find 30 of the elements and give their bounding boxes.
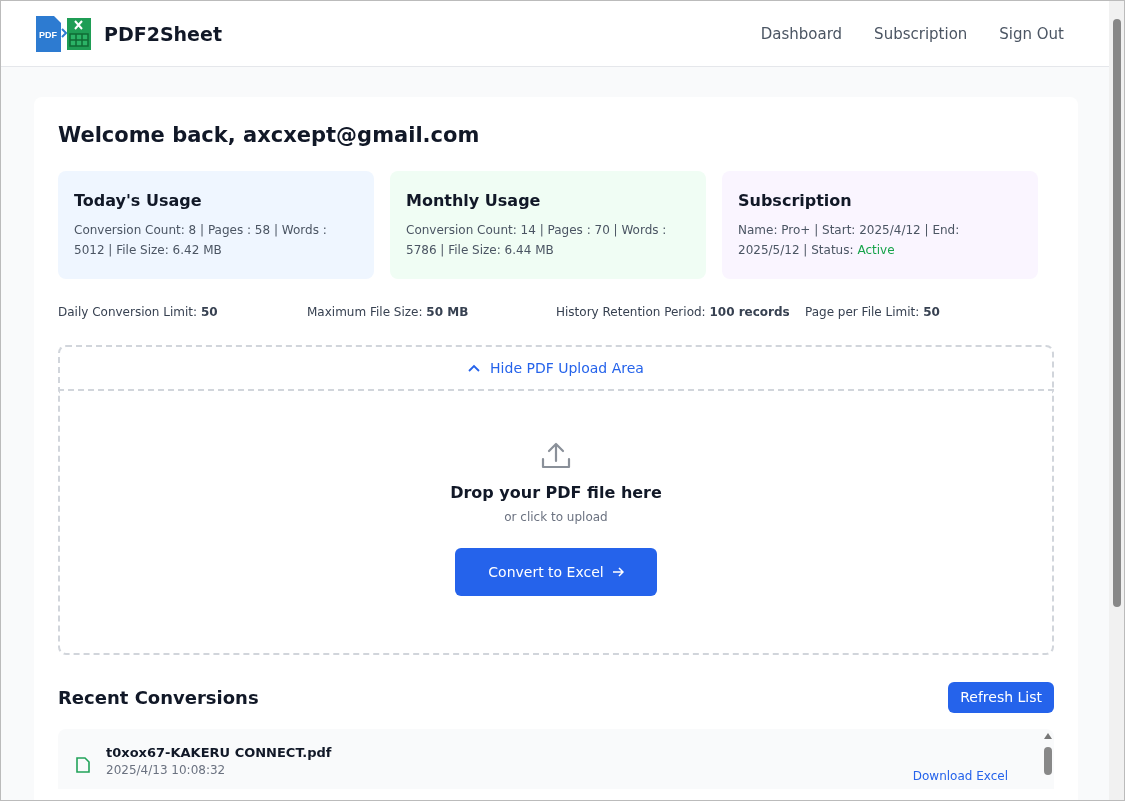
card-details: Name: Pro+ | Start: 2025/4/12 | End: 2025/5/12 | Status: Active xyxy=(738,222,961,259)
limit-text: Daily Conversion Limit: 50 xyxy=(58,305,219,319)
card-title: Today's Usage xyxy=(74,191,203,210)
drop-title: Drop your PDF file here xyxy=(450,483,662,502)
app-name: PDF2Sheet xyxy=(104,22,222,45)
refresh-button[interactable]: Refresh List xyxy=(948,681,1054,713)
arrow-right-icon xyxy=(611,567,624,577)
nav-link[interactable]: Sign Out xyxy=(999,24,1064,43)
section-heading: Recent Conversions xyxy=(58,686,259,708)
page-scrollbar[interactable] xyxy=(1109,1,1124,800)
limit-text: History Retention Period: 100 records xyxy=(556,305,791,319)
limit-text: Page per File Limit: 50 xyxy=(805,305,941,319)
download-link[interactable]: Download Excel xyxy=(912,769,1008,783)
card-details: Conversion Count: 8 | Pages : 58 | Words : 5012 | File Size: 6.42 MB xyxy=(74,222,328,259)
convert-button[interactable]: Convert to Excel xyxy=(455,548,657,596)
limit-text: Maximum File Size: 50 MB xyxy=(307,305,470,319)
file-name: t0xox67-KAKERU CONNECT.pdf xyxy=(106,745,333,760)
file-date: 2025/4/13 10:08:32 xyxy=(106,763,227,777)
chevron-icon xyxy=(468,364,481,372)
file-icon xyxy=(76,757,90,773)
welcome-heading: Welcome back, axcxept@gmail.com xyxy=(58,123,481,147)
upload-icon xyxy=(541,441,571,469)
drop-zone[interactable]: Drop your PDF file here or click to upload Convert to Excel xyxy=(58,391,1054,655)
card-title: Subscription xyxy=(738,191,853,210)
card-title: Monthly Usage xyxy=(406,191,542,210)
drop-subtitle: or click to upload xyxy=(504,510,608,524)
nav-link[interactable]: Subscription xyxy=(874,24,968,43)
card-details: Conversion Count: 14 | Pages : 70 | Words : 5786 | File Size: 6.44 MB xyxy=(406,222,668,259)
upload-toggle-button[interactable]: Hide PDF Upload Area xyxy=(58,345,1054,391)
nav-link[interactable]: Dashboard xyxy=(760,24,843,43)
